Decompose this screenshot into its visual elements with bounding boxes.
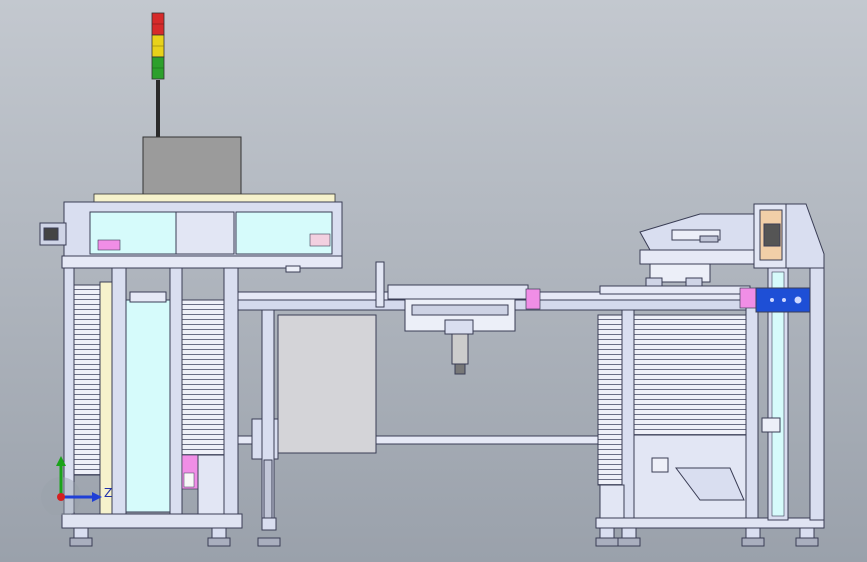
x-axis-arrowhead [92,492,102,502]
cad-viewport[interactable]: Z [0,0,867,562]
triad-origin [57,493,65,501]
machine-model[interactable] [0,0,867,562]
signal-tower [151,12,165,138]
control-box [93,136,336,203]
right-unloader-unit [595,203,825,547]
orientation-triad [41,456,102,515]
y-axis-arrowhead [56,456,66,466]
z-axis-label: Z [104,486,113,500]
